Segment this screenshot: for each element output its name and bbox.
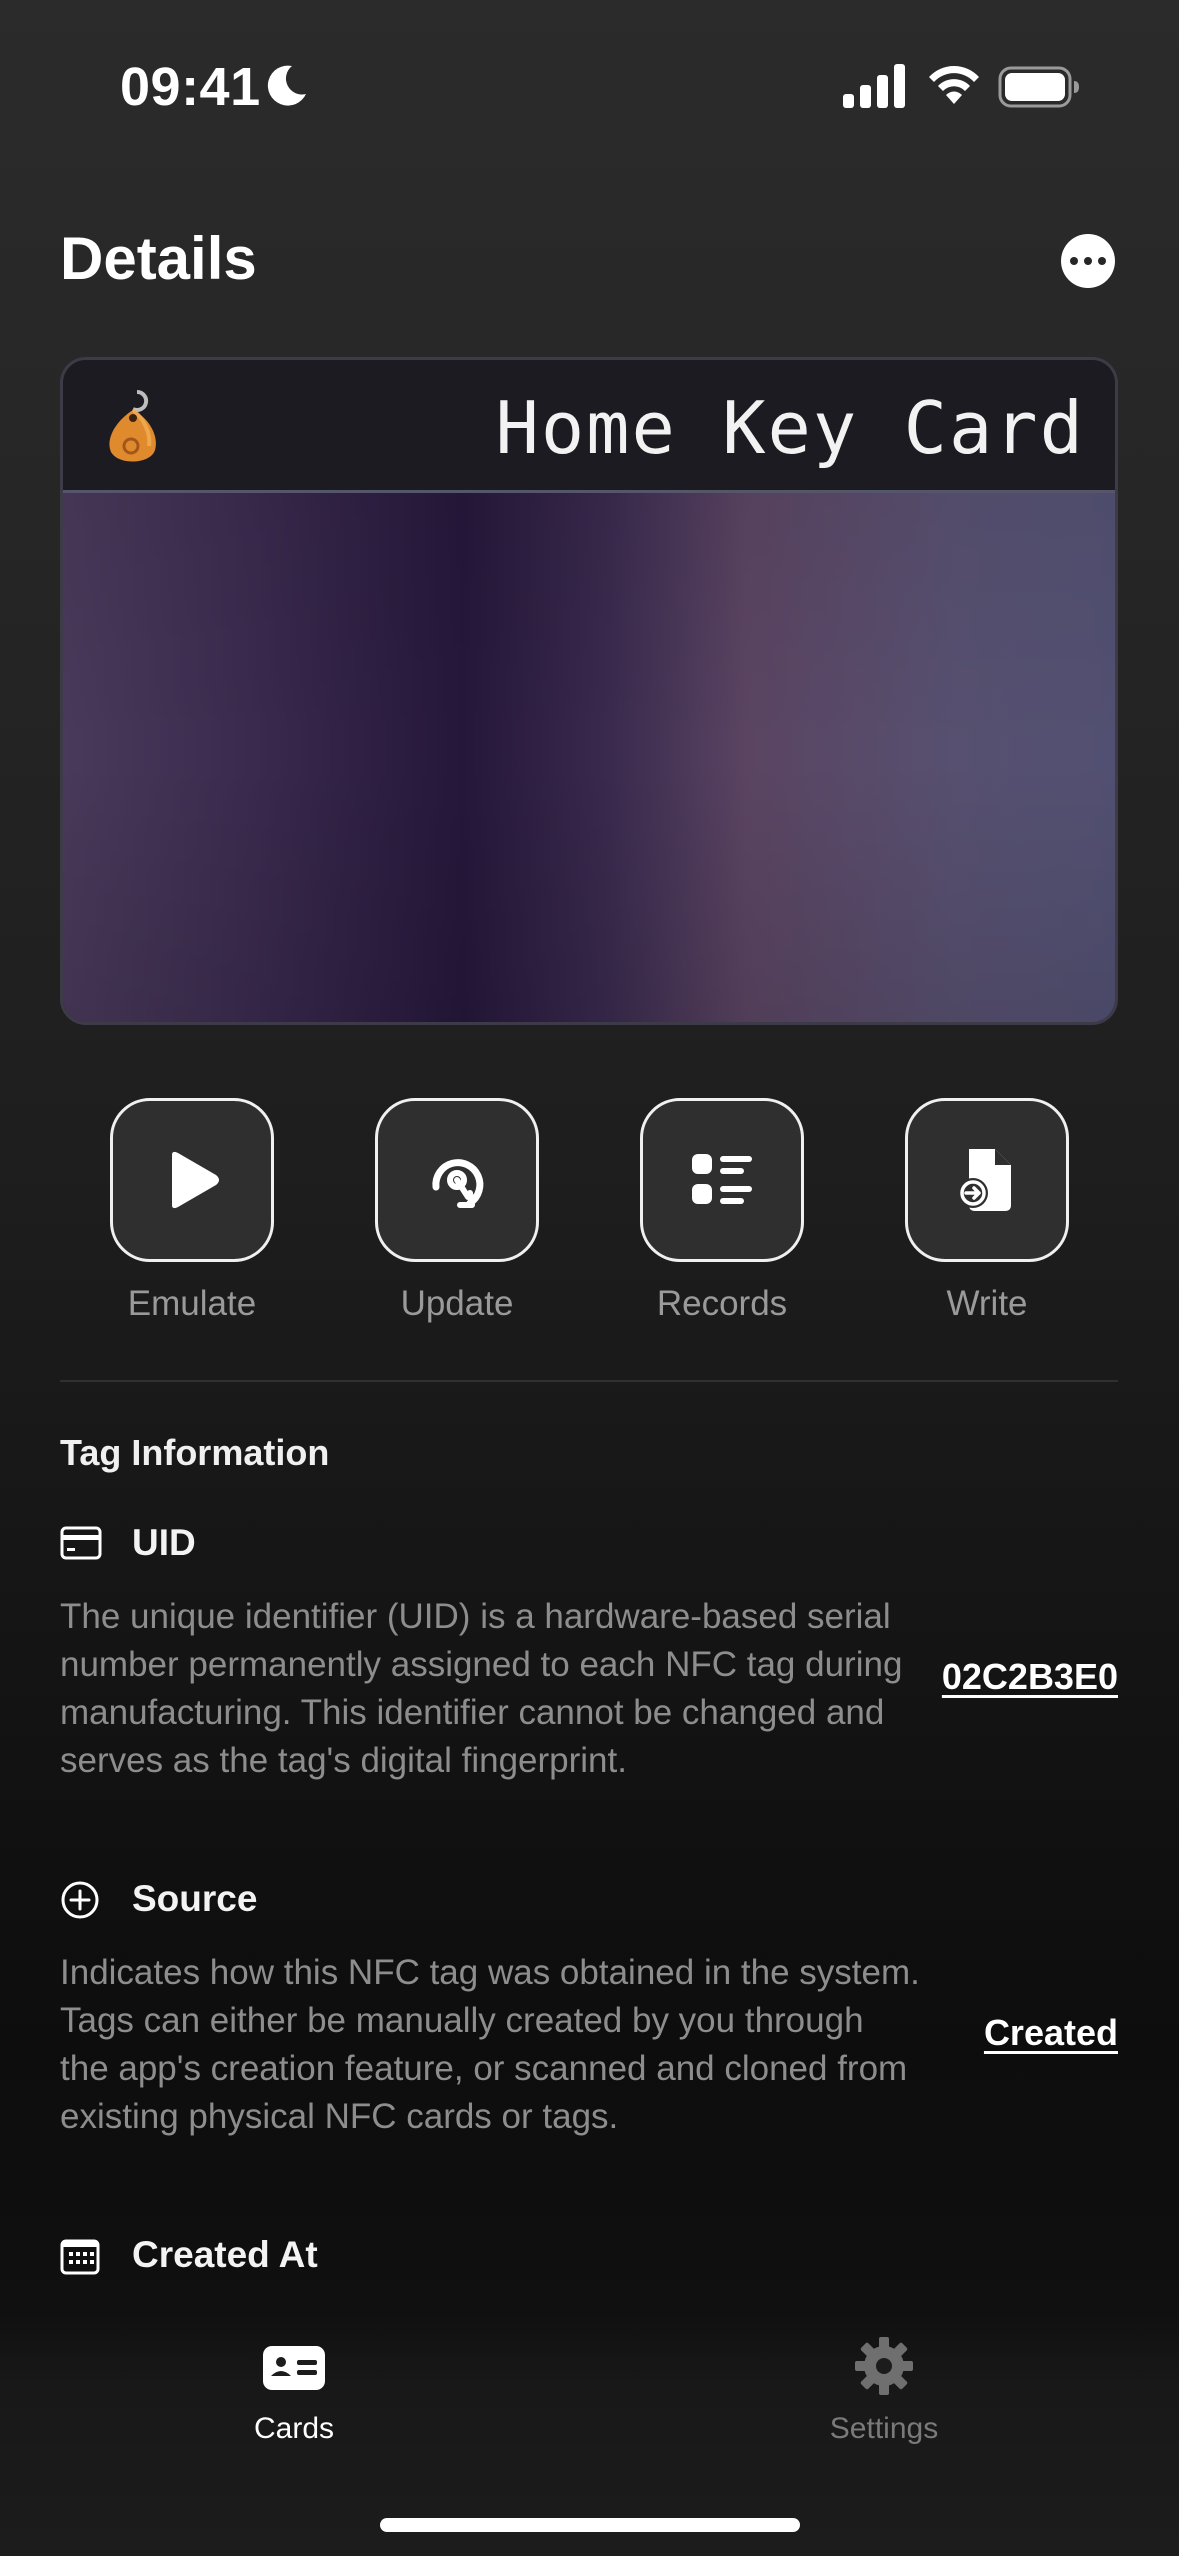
tab-settings-label: Settings — [829, 2412, 939, 2445]
emulate-button[interactable] — [110, 1098, 274, 1262]
wifi-icon — [929, 66, 979, 104]
update-label: Update — [400, 1284, 514, 1323]
tag-card[interactable]: Home Key Card — [60, 357, 1118, 1025]
key-tag-icon — [109, 389, 156, 462]
play-icon — [172, 1151, 219, 1209]
tab-settings[interactable]: Settings — [734, 2336, 1034, 2446]
emulate-label: Emulate — [127, 1284, 257, 1323]
plus-circle-icon — [61, 1881, 99, 1919]
gear-icon — [855, 2337, 913, 2395]
card-artwork — [63, 493, 1115, 1022]
uid-description: The unique identifier (UID) is a hardwar… — [60, 1597, 903, 1780]
action-records[interactable]: Records — [638, 1098, 806, 1324]
card-header: Home Key Card — [63, 360, 1115, 493]
home-indicator[interactable] — [380, 2518, 800, 2532]
write-document-icon — [958, 1149, 1011, 1211]
battery-icon — [998, 66, 1079, 108]
uid-value[interactable]: 02C2B3E0 — [942, 1656, 1118, 1698]
more-options-button[interactable] — [1061, 234, 1115, 288]
page-title: Details — [60, 225, 257, 292]
credit-card-icon — [60, 1526, 102, 1560]
card-title: Home Key Card — [495, 386, 1085, 470]
source-title: Source — [132, 1878, 258, 1919]
ellipsis-icon — [1070, 257, 1078, 265]
source-value[interactable]: Created — [984, 2012, 1118, 2054]
section-divider — [60, 1380, 1118, 1382]
update-button[interactable] — [375, 1098, 539, 1262]
tag-information-heading: Tag Information — [60, 1432, 330, 1473]
source-description: Indicates how this NFC tag was obtained … — [60, 1953, 920, 2136]
records-label: Records — [656, 1284, 788, 1323]
write-button[interactable] — [905, 1098, 1069, 1262]
moon-icon — [267, 65, 306, 106]
cellular-signal-icon — [843, 64, 905, 108]
list-icon — [692, 1154, 752, 1204]
status-time: 09:41 — [120, 57, 261, 117]
records-button[interactable] — [640, 1098, 804, 1262]
tab-cards-label: Cards — [253, 2412, 335, 2445]
action-emulate[interactable]: Emulate — [108, 1098, 276, 1324]
cards-icon — [263, 2346, 325, 2390]
uid-title: UID — [132, 1522, 196, 1563]
action-update[interactable]: Update — [373, 1098, 541, 1324]
update-icon — [432, 1159, 484, 1208]
write-label: Write — [946, 1284, 1028, 1323]
tab-cards[interactable]: Cards — [144, 2336, 444, 2446]
calendar-icon — [60, 2239, 100, 2275]
action-write[interactable]: Write — [903, 1098, 1071, 1324]
created-at-title: Created At — [132, 2234, 318, 2275]
